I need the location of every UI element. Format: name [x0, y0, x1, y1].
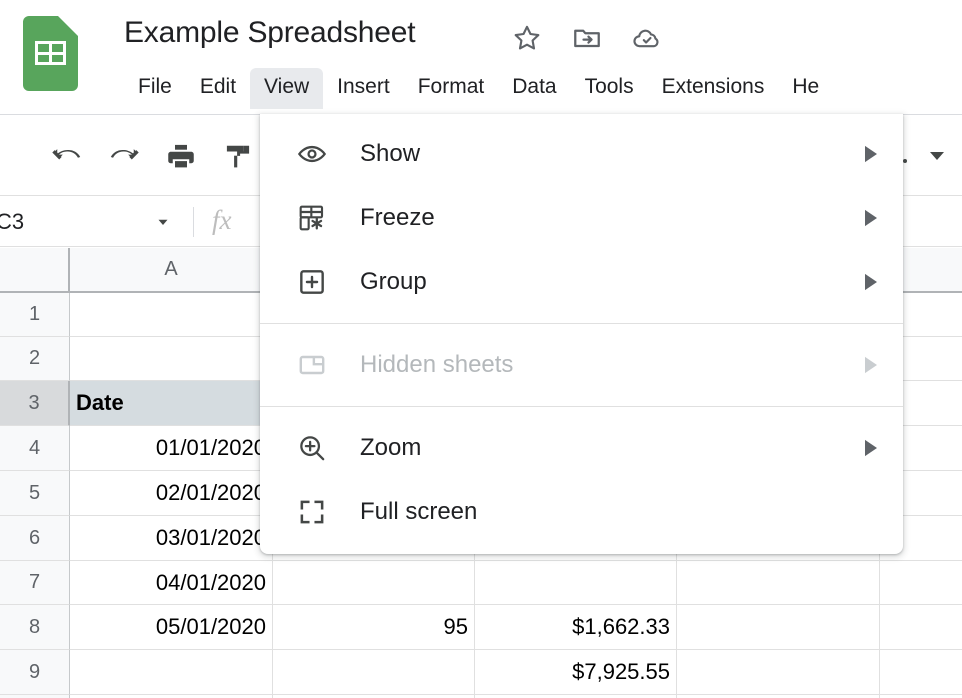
menu-help[interactable]: He [778, 68, 833, 109]
toolbar-overflow-dot [903, 159, 907, 163]
fullscreen-icon [296, 496, 328, 528]
menu-separator [260, 406, 903, 407]
menu-view[interactable]: View [250, 68, 324, 109]
eye-icon [296, 138, 328, 170]
logo-grid-shape [35, 41, 66, 65]
cell-e8[interactable] [880, 605, 962, 650]
menu-data[interactable]: Data [498, 68, 570, 109]
name-box[interactable]: C3 [0, 203, 184, 241]
menu-bar: File Edit View Insert Format Data Tools … [124, 68, 833, 109]
print-button[interactable] [163, 138, 199, 174]
menu-file[interactable]: File [124, 68, 186, 109]
row-header-9[interactable]: 9 [0, 650, 70, 695]
row-header-7[interactable]: 7 [0, 561, 70, 605]
undo-button[interactable] [49, 138, 85, 174]
cell-a9[interactable] [70, 650, 273, 695]
hidden-sheets-icon [296, 349, 328, 381]
cell-c8[interactable]: $1,662.33 [475, 605, 677, 650]
chevron-down-icon[interactable] [925, 146, 949, 166]
sheets-logo-icon [23, 16, 78, 91]
name-box-value: C3 [0, 209, 25, 234]
formula-bar-divider [193, 207, 194, 237]
group-icon [296, 266, 328, 298]
cell-a6[interactable]: 03/01/2020 [70, 516, 273, 561]
chevron-down-icon[interactable] [154, 213, 172, 231]
cell-d8[interactable] [677, 605, 880, 650]
cell-a1[interactable] [70, 293, 273, 337]
row-header-8[interactable]: 8 [0, 605, 70, 650]
menu-tools[interactable]: Tools [571, 68, 648, 109]
cell-b7[interactable] [273, 561, 475, 605]
cell-a7[interactable]: 04/01/2020 [70, 561, 273, 605]
menu-insert[interactable]: Insert [323, 68, 404, 109]
submenu-arrow-icon [863, 145, 879, 163]
row-header-5[interactable]: 5 [0, 471, 70, 516]
row-header-1[interactable]: 1 [0, 293, 70, 337]
menu-extensions[interactable]: Extensions [648, 68, 779, 109]
menu-item-label: Group [360, 268, 427, 295]
cloud-saved-icon[interactable] [631, 22, 663, 54]
row-header-4[interactable]: 4 [0, 426, 70, 471]
cell-a8[interactable]: 05/01/2020 [70, 605, 273, 650]
app-header: Example Spreadsheet File Edit View Inser… [0, 0, 962, 115]
cell-c7[interactable] [475, 561, 677, 605]
move-to-folder-icon[interactable] [571, 22, 603, 54]
cell-e7[interactable] [880, 561, 962, 605]
cell-d9[interactable] [677, 650, 880, 695]
fx-icon: fx [212, 205, 232, 235]
menu-item-freeze[interactable]: Freeze [260, 186, 903, 250]
menu-item-zoom[interactable]: Zoom [260, 416, 903, 480]
menu-item-label: Freeze [360, 204, 435, 231]
cell-a3[interactable]: Date [70, 381, 273, 426]
submenu-arrow-icon [863, 209, 879, 227]
cell-c9[interactable]: $7,925.55 [475, 650, 677, 695]
row-header-3[interactable]: 3 [0, 381, 70, 426]
menu-item-label: Hidden sheets [360, 351, 514, 378]
menu-item-label: Show [360, 140, 421, 167]
cell-d7[interactable] [677, 561, 880, 605]
menu-edit[interactable]: Edit [186, 68, 250, 109]
menu-format[interactable]: Format [404, 68, 499, 109]
logo-fold-shape [58, 16, 78, 36]
paint-format-button[interactable] [220, 138, 256, 174]
cell-e9[interactable] [880, 650, 962, 695]
cell-a2[interactable] [70, 337, 273, 381]
row-header-6[interactable]: 6 [0, 516, 70, 561]
menu-separator [260, 323, 903, 324]
cell-a4[interactable]: 01/01/2020 [70, 426, 273, 471]
view-dropdown-menu: Show Freeze Group Hidden sheets Zoom Ful… [260, 114, 903, 554]
menu-item-group[interactable]: Group [260, 250, 903, 314]
menu-item-hidden-sheets[interactable]: Hidden sheets [260, 333, 903, 397]
column-header-a[interactable]: A [70, 248, 273, 293]
star-icon[interactable] [511, 22, 543, 54]
cell-a5[interactable]: 02/01/2020 [70, 471, 273, 516]
submenu-arrow-placeholder [863, 503, 879, 521]
submenu-arrow-icon [863, 439, 879, 457]
menu-item-show[interactable]: Show [260, 122, 903, 186]
freeze-icon [296, 202, 328, 234]
cell-b9[interactable] [273, 650, 475, 695]
cell-b8[interactable]: 95 [273, 605, 475, 650]
menu-item-label: Zoom [360, 434, 422, 461]
document-title[interactable]: Example Spreadsheet [124, 16, 416, 50]
row-header-2[interactable]: 2 [0, 337, 70, 381]
zoom-icon [296, 432, 328, 464]
menu-item-full-screen[interactable]: Full screen [260, 480, 903, 544]
submenu-arrow-icon [863, 273, 879, 291]
select-all-corner[interactable] [0, 248, 70, 293]
menu-item-label: Full screen [360, 498, 478, 525]
submenu-arrow-icon [863, 356, 879, 374]
redo-button[interactable] [106, 138, 142, 174]
